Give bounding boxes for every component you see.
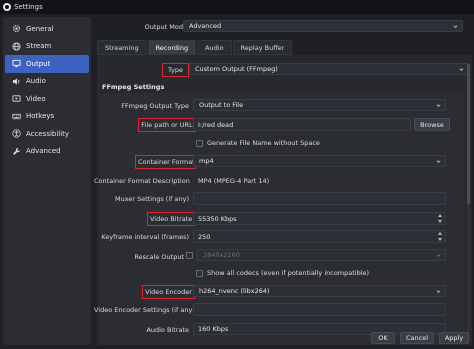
video-encoder-value: h264_nvenc (libx264): [199, 287, 270, 295]
sidebar-item-stream[interactable]: Stream: [5, 38, 89, 56]
file-path-label: File path or URL: [138, 118, 196, 132]
video-encoder-label: Video Encoder: [142, 285, 195, 299]
container-description-value: MP4 (MPEG-4 Part 14): [198, 177, 270, 185]
ffmpeg-settings-group: FFmpeg Output Type Output to File File p…: [94, 93, 464, 345]
container-description-label: Container Format Description: [94, 177, 190, 185]
muxer-settings-label: Muxer Settings (if any): [114, 195, 189, 203]
sidebar-item-output[interactable]: Output: [5, 55, 89, 73]
window-title: Settings: [14, 3, 43, 11]
gear-icon: [11, 24, 21, 34]
sidebar-item-accessibility[interactable]: Accessibility: [5, 125, 89, 143]
accessibility-icon: [11, 129, 21, 139]
video-icon: [11, 94, 21, 104]
obs-logo-icon: [3, 3, 11, 11]
ok-button[interactable]: OK: [371, 332, 395, 344]
tab-audio[interactable]: Audio: [197, 40, 232, 55]
tab-recording[interactable]: Recording: [147, 40, 197, 55]
tab-streaming[interactable]: Streaming: [97, 40, 147, 55]
video-bitrate-label: Video Bitrate: [147, 212, 195, 226]
keyframe-interval-value: 250: [198, 232, 211, 241]
sidebar-item-label: Output: [26, 59, 51, 68]
container-format-value: mp4: [199, 157, 214, 165]
file-path-input[interactable]: I:/red dead: [193, 118, 411, 131]
generate-filename-label: Generate File Name without Space: [207, 139, 320, 147]
ffmpeg-output-type-label: FFmpeg Output Type: [121, 102, 189, 110]
muxer-settings-input[interactable]: [193, 192, 446, 205]
rescale-output-checkbox[interactable]: [186, 252, 193, 259]
ffmpeg-output-type-select[interactable]: Output to File: [193, 99, 446, 111]
sidebar-item-label: Accessibility: [26, 129, 70, 138]
speaker-icon: [11, 76, 21, 86]
chevron-down-icon: [436, 290, 441, 293]
spin-arrows-icon[interactable]: [437, 214, 442, 223]
container-format-select[interactable]: mp4: [193, 155, 446, 167]
audio-bitrate-label: Audio Bitrate: [146, 326, 189, 334]
output-mode-label: Output Mode: [144, 23, 187, 31]
rescale-output-label: Rescale Output: [134, 253, 184, 261]
rescale-output-value: 3840x2160: [203, 251, 240, 259]
keyframe-interval-spinbox[interactable]: 250: [193, 230, 446, 243]
audio-bitrate-value: 160 Kbps: [198, 325, 229, 333]
type-select[interactable]: Custom Output (FFmpeg): [189, 63, 469, 75]
rescale-output-select[interactable]: 3840x2160: [197, 249, 446, 261]
scrollbar-thumb[interactable]: [467, 64, 470, 204]
settings-scrollbar[interactable]: [467, 64, 470, 339]
monitor-icon: [11, 59, 21, 69]
spin-arrows-icon[interactable]: [437, 232, 442, 241]
output-mode-select[interactable]: Advanced: [183, 20, 463, 32]
output-tabs: Streaming Recording Audio Replay Buffer: [97, 40, 293, 55]
wrench-icon: [11, 146, 21, 156]
tab-replay-buffer[interactable]: Replay Buffer: [232, 40, 293, 55]
chevron-down-icon: [436, 104, 441, 107]
sidebar-item-hotkeys[interactable]: Hotkeys: [5, 108, 89, 126]
video-encoder-select[interactable]: h264_nvenc (libx264): [193, 285, 446, 297]
keyframe-interval-label: Keyframe interval (frames): [101, 233, 189, 241]
show-all-codecs-label: Show all codecs (even if potentially inc…: [207, 269, 370, 277]
sidebar-item-advanced[interactable]: Advanced: [5, 143, 89, 161]
container-format-label: Container Format: [135, 155, 196, 169]
file-path-value: I:/red dead: [198, 120, 234, 129]
sidebar-item-video[interactable]: Video: [5, 90, 89, 108]
recording-panel: Type Custom Output (FFmpeg) FFmpeg Setti…: [94, 55, 472, 345]
sidebar-item-audio[interactable]: Audio: [5, 73, 89, 91]
sidebar: General Stream Output Audio Video Hotkey…: [3, 17, 91, 345]
sidebar-item-label: Audio: [26, 77, 46, 86]
apply-button[interactable]: Apply: [439, 332, 469, 344]
sidebar-item-label: Video: [26, 94, 46, 103]
chevron-down-icon: [459, 68, 464, 71]
checkbox-box[interactable]: [196, 269, 203, 277]
browse-button[interactable]: Browse: [414, 118, 450, 131]
sidebar-item-label: General: [26, 24, 54, 33]
encoder-settings-label: Video Encoder Settings (if any): [94, 306, 195, 314]
globe-icon: [11, 41, 21, 51]
chevron-down-icon: [453, 25, 458, 28]
sidebar-item-label: Stream: [26, 42, 52, 51]
encoder-settings-input[interactable]: [193, 303, 446, 316]
sidebar-item-label: Advanced: [26, 147, 61, 156]
checkbox-box[interactable]: [196, 139, 203, 147]
ffmpeg-output-type-value: Output to File: [199, 101, 244, 109]
video-bitrate-spinbox[interactable]: 55350 Kbps: [193, 212, 446, 225]
sidebar-item-general[interactable]: General: [5, 20, 89, 38]
type-value: Custom Output (FFmpeg): [195, 65, 278, 73]
generate-filename-checkbox[interactable]: Generate File Name without Space: [196, 139, 320, 147]
ffmpeg-settings-title: FFmpeg Settings: [102, 83, 165, 91]
sidebar-item-label: Hotkeys: [26, 112, 55, 121]
video-bitrate-value: 55350 Kbps: [198, 214, 237, 223]
main-content: Output Mode Advanced Streaming Recording…: [94, 14, 474, 349]
chevron-down-icon: [436, 254, 441, 257]
type-label: Type: [162, 63, 189, 77]
title-bar: Settings: [0, 0, 474, 14]
show-all-codecs-checkbox[interactable]: Show all codecs (even if potentially inc…: [196, 269, 369, 277]
output-mode-value: Advanced: [189, 22, 222, 30]
keyboard-icon: [11, 111, 21, 121]
cancel-button[interactable]: Cancel: [400, 332, 434, 344]
chevron-down-icon: [436, 160, 441, 163]
